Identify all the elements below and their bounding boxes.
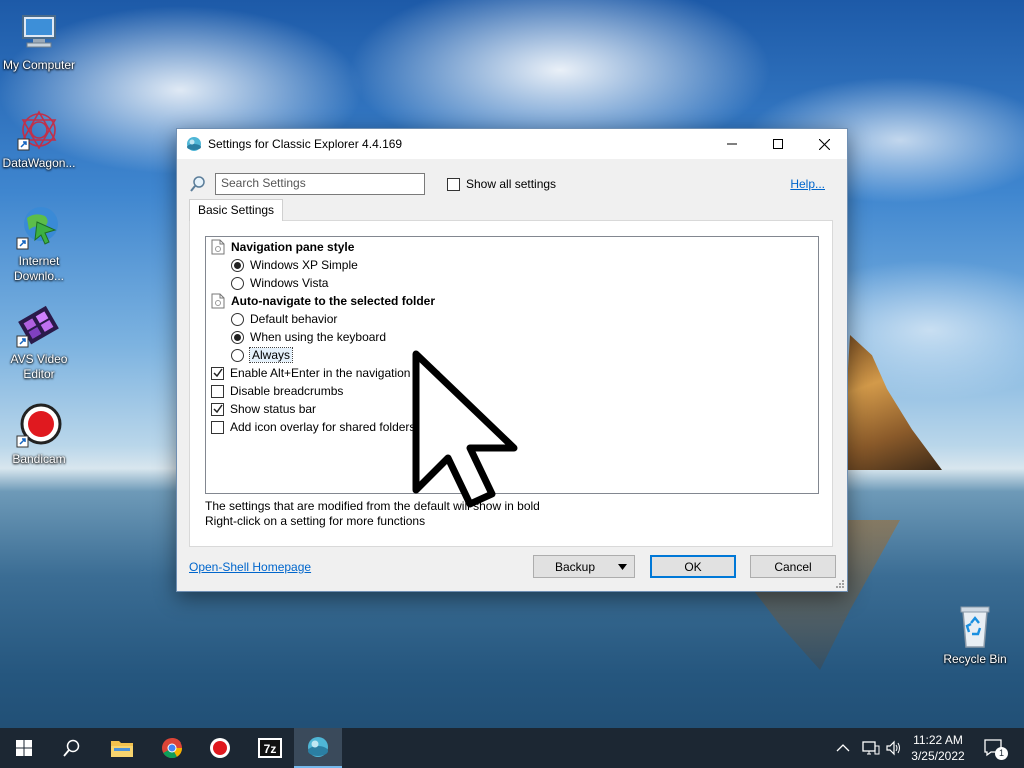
- desktop-icon-label: My Computer: [2, 58, 76, 72]
- open-shell-homepage-link[interactable]: Open-Shell Homepage: [189, 560, 311, 574]
- checkbox-box: [211, 420, 224, 434]
- ok-button[interactable]: OK: [650, 555, 736, 578]
- svg-text:7z: 7z: [264, 742, 277, 756]
- taskbar-file-explorer[interactable]: [98, 728, 146, 768]
- start-button[interactable]: [0, 728, 48, 768]
- radio-when-using-keyboard[interactable]: When using the keyboard: [231, 328, 386, 346]
- settings-page-icon: [211, 239, 225, 255]
- radio-windows-vista[interactable]: Windows Vista: [231, 274, 328, 292]
- checkbox-box: [211, 384, 224, 398]
- datawagon-icon: [15, 106, 63, 154]
- chrome-icon: [162, 737, 183, 759]
- search-icon: [190, 176, 205, 192]
- minimize-button[interactable]: [709, 129, 755, 159]
- resize-grip-icon[interactable]: [835, 579, 845, 589]
- globe-download-icon: [15, 204, 63, 252]
- settings-page-icon: [211, 293, 225, 309]
- desktop-icon-avs-video-editor[interactable]: AVS Video Editor: [0, 302, 78, 382]
- record-icon: [210, 738, 230, 758]
- tray-network[interactable]: [862, 728, 880, 768]
- title-bar[interactable]: Settings for Classic Explorer 4.4.169: [177, 129, 847, 159]
- notification-count: 1: [995, 747, 1008, 760]
- radio-always[interactable]: Always: [231, 346, 294, 364]
- action-center-button[interactable]: 1: [982, 728, 1008, 768]
- cliff-rock: [842, 335, 942, 470]
- clock-date: 3/25/2022: [911, 749, 965, 763]
- mouse-cursor-icon: [412, 350, 518, 508]
- desktop-icon-my-computer[interactable]: My Computer: [0, 8, 78, 73]
- help-link[interactable]: Help...: [790, 177, 825, 191]
- checkbox-box: [211, 366, 224, 380]
- tab-basic-settings[interactable]: Basic Settings: [189, 199, 284, 221]
- cancel-button[interactable]: Cancel: [750, 555, 836, 578]
- radio-windows-xp-simple[interactable]: Windows XP Simple: [231, 256, 358, 274]
- record-icon: [15, 402, 63, 450]
- taskbar: 7z 11:22 AM 3/25/2022 1: [0, 728, 1024, 768]
- open-shell-icon: [187, 137, 201, 151]
- desktop-icon-internet-download[interactable]: Internet Downlo...: [0, 204, 78, 284]
- computer-icon: [15, 8, 63, 56]
- folder-icon: [111, 741, 133, 757]
- checkbox-disable-breadcrumbs[interactable]: Disable breadcrumbs: [211, 382, 343, 400]
- taskbar-7zip[interactable]: 7z: [246, 728, 294, 768]
- desktop-icon-label: Bandicam: [12, 452, 66, 466]
- checkbox-box: [211, 402, 224, 416]
- taskbar-clock[interactable]: 11:22 AM 3/25/2022: [905, 732, 971, 764]
- dialog-title: Settings for Classic Explorer 4.4.169: [208, 137, 403, 151]
- desktop-icon-datawagon[interactable]: DataWagon...: [0, 106, 78, 171]
- radio-default-behavior[interactable]: Default behavior: [231, 310, 337, 328]
- search-input[interactable]: Search Settings: [215, 173, 425, 195]
- taskbar-open-shell-settings[interactable]: [294, 728, 342, 768]
- desktop-icon-recycle-bin[interactable]: Recycle Bin: [936, 602, 1014, 667]
- desktop-icon-label: Recycle Bin: [943, 652, 1007, 666]
- recycle-bin-icon: [951, 602, 999, 650]
- checkbox-icon-overlay-shared-folders[interactable]: Add icon overlay for shared folders: [211, 418, 415, 436]
- checkbox-enable-alt-enter[interactable]: Enable Alt+Enter in the navigation pane: [211, 364, 441, 382]
- taskbar-chrome[interactable]: [148, 728, 196, 768]
- radio-button: [231, 330, 244, 344]
- radio-button: [231, 258, 244, 272]
- maximize-icon: [773, 139, 783, 149]
- taskbar-bandicam[interactable]: [196, 728, 244, 768]
- windows-logo-icon: [16, 740, 32, 756]
- radio-button: [231, 276, 244, 290]
- speaker-icon: [886, 740, 900, 756]
- show-all-settings-label: Show all settings: [466, 177, 557, 191]
- chevron-up-icon: [836, 744, 850, 752]
- checkmark-icon: [212, 404, 223, 414]
- checkbox-box: [447, 177, 460, 191]
- tray-volume[interactable]: [886, 728, 902, 768]
- maximize-button[interactable]: [755, 129, 801, 159]
- desktop-icon-label: DataWagon...: [2, 156, 76, 170]
- radio-button: [231, 348, 244, 362]
- seven-zip-icon: 7z: [258, 738, 282, 758]
- desktop-icon-label: Internet Downlo...: [13, 254, 65, 283]
- desktop-icon-bandicam[interactable]: Bandicam: [0, 402, 78, 467]
- dropdown-arrow-icon: [618, 564, 627, 570]
- desktop-icon-label: AVS Video Editor: [10, 352, 68, 381]
- tray-overflow-button[interactable]: [836, 728, 850, 768]
- taskbar-search-button[interactable]: [48, 728, 96, 768]
- clock-time: 11:22 AM: [913, 733, 963, 747]
- settings-group-header[interactable]: Auto-navigate to the selected folder: [211, 292, 435, 310]
- checkbox-show-status-bar[interactable]: Show status bar: [211, 400, 316, 418]
- settings-group-header[interactable]: Navigation pane style: [211, 238, 354, 256]
- close-button[interactable]: [801, 129, 847, 159]
- film-strip-icon: [15, 302, 63, 350]
- network-icon: [862, 741, 880, 755]
- right-click-note: Right-click on a setting for more functi…: [205, 514, 426, 528]
- search-icon: [63, 739, 80, 757]
- show-all-settings-checkbox[interactable]: Show all settings: [447, 177, 556, 191]
- open-shell-icon: [308, 737, 328, 757]
- backup-button[interactable]: Backup: [533, 555, 635, 578]
- checkmark-icon: [212, 368, 223, 378]
- minimize-icon: [727, 143, 737, 145]
- close-icon: [818, 138, 830, 150]
- radio-button: [231, 312, 244, 326]
